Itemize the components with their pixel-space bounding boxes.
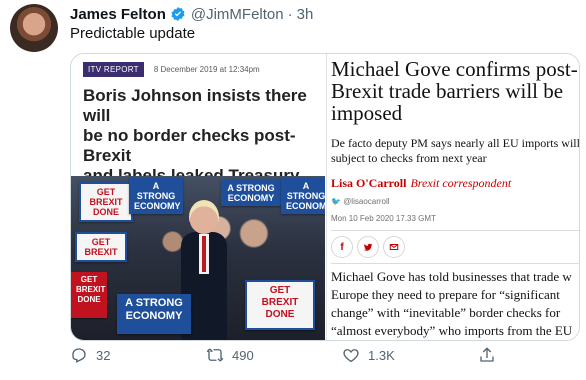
rally-sign: GET BREXIT DONE [71, 272, 107, 318]
handle[interactable]: @JimMFelton [191, 6, 284, 23]
share-buttons: f [331, 236, 405, 258]
heart-icon [343, 349, 359, 363]
like-button[interactable]: 1.3K [342, 346, 395, 364]
reply-icon [72, 348, 86, 363]
separator-dot: · [287, 5, 293, 23]
itv-article-screenshot[interactable]: ITV REPORT 8 December 2019 at 12:34pm Bo… [71, 54, 325, 340]
tweet-header: James Felton @JimMFelton · 3h [70, 3, 313, 25]
speaker-head [189, 200, 219, 234]
author-name: Lisa O'Carroll [331, 176, 407, 190]
reply-button[interactable]: 32 [70, 346, 110, 364]
reply-count: 32 [96, 347, 111, 363]
rally-sign: A STRONG ECONOMY [129, 178, 183, 214]
share-icon [480, 347, 494, 362]
share-button[interactable] [478, 346, 496, 364]
tweet-media[interactable]: ITV REPORT 8 December 2019 at 12:34pm Bo… [70, 53, 580, 341]
rally-photo: GET BREXIT DONE A STRONG ECONOMY A STRON… [71, 176, 325, 340]
rally-sign: A STRONG ECONOMY [281, 178, 325, 214]
divider [331, 263, 579, 264]
author-role: Brexit correspondent [410, 176, 512, 190]
avatar[interactable] [10, 4, 58, 52]
retweet-count: 490 [232, 347, 254, 363]
twitter-icon [357, 236, 379, 258]
email-icon [383, 236, 405, 258]
display-name[interactable]: James Felton [70, 6, 166, 23]
facebook-icon: f [331, 236, 353, 258]
timestamp[interactable]: 3h [297, 6, 314, 23]
author-twitter: 🐦 @lisaocarroll [331, 197, 390, 206]
rally-sign: GET BREXIT [75, 232, 127, 262]
itv-meta: ITV REPORT 8 December 2019 at 12:34pm [83, 62, 260, 77]
guardian-headline: Michael Gove confirms post- Brexit trade… [331, 57, 578, 125]
speaker-tie [202, 236, 206, 272]
guardian-body-text: Michael Gove has told businesses that tr… [331, 269, 573, 338]
author-twitter-handle: @lisaocarroll [343, 197, 390, 206]
retweet-button[interactable]: 490 [206, 346, 254, 364]
itv-date: 8 December 2019 at 12:34pm [153, 65, 260, 74]
guardian-article-screenshot[interactable]: Michael Gove confirms post- Brexit trade… [326, 54, 580, 340]
like-count: 1.3K [368, 347, 395, 363]
guardian-date: Mon 10 Feb 2020 17.33 GMT [331, 214, 436, 223]
guardian-byline: Lisa O'Carroll Brexit correspondent [331, 176, 511, 191]
itv-report-tag: ITV REPORT [83, 62, 144, 77]
retweet-icon [206, 348, 224, 362]
rally-sign: A STRONG ECONOMY [117, 294, 191, 334]
rally-sign: GET BREXIT DONE [79, 182, 133, 222]
divider [331, 230, 579, 231]
twitter-bird-icon: 🐦 [331, 197, 344, 206]
verified-icon [170, 6, 186, 22]
rally-sign: A STRONG ECONOMY [221, 180, 281, 206]
guardian-standfirst: De facto deputy PM says nearly all EU im… [331, 136, 580, 165]
tweet-text: Predictable update [70, 25, 196, 42]
rally-sign: GET BREXIT DONE [245, 280, 315, 330]
tweet-actions: 32 490 1.3K [70, 346, 570, 372]
